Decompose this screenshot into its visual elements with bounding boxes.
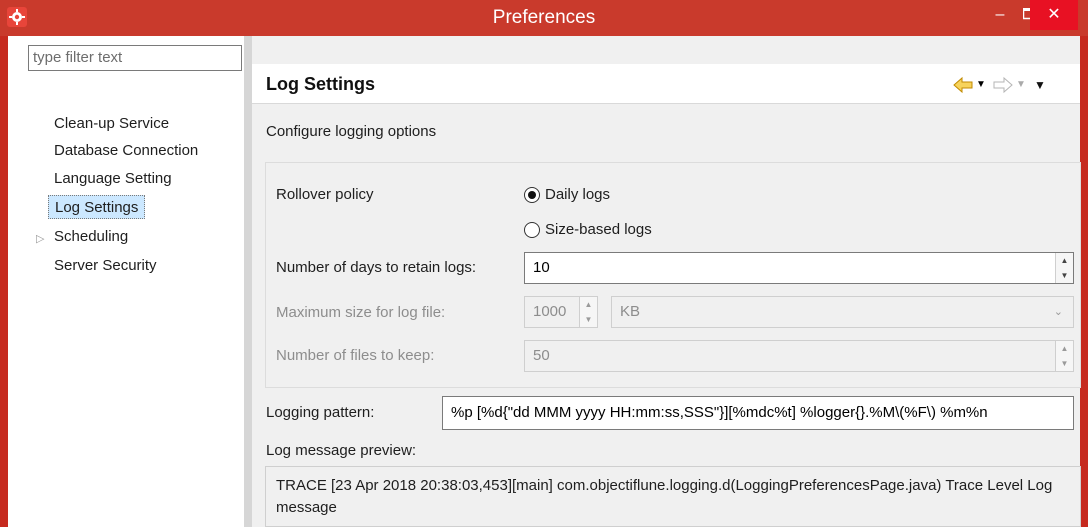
tree-item-clean-up-service[interactable]: Clean-up Service: [54, 112, 169, 136]
page-title: Log Settings: [266, 74, 375, 94]
size-based-logs-label[interactable]: Size-based logs: [545, 221, 652, 238]
files-to-keep-stepper: 50 ▲ ▼: [524, 340, 1074, 372]
page-description: Configure logging options: [266, 123, 437, 140]
logging-pattern-input[interactable]: %p [%d{"dd MMM yyyy HH:mm:ss,SSS"}][%mdc…: [442, 396, 1074, 430]
files-to-keep-value: 50: [533, 347, 550, 364]
tree-item-server-security[interactable]: Server Security: [54, 254, 157, 278]
tree-item-log-settings[interactable]: Log Settings: [48, 195, 146, 219]
back-dropdown-icon[interactable]: ▼: [976, 74, 986, 96]
size-based-logs-radio[interactable]: [524, 222, 540, 238]
max-size-label: Maximum size for log file:: [276, 304, 446, 321]
max-size-spinner: ▲ ▼: [579, 297, 597, 327]
radio-selected-dot: [528, 191, 536, 199]
rollover-policy-label: Rollover policy: [276, 186, 374, 203]
size-unit-select: KB ⌄: [611, 296, 1074, 328]
expand-arrow-icon[interactable]: ▷: [36, 232, 46, 246]
title-bar[interactable]: Preferences – ✕: [0, 0, 1088, 36]
max-size-value: 1000: [533, 303, 567, 320]
files-spinner: ▲ ▼: [1055, 341, 1073, 371]
forward-arrow-icon[interactable]: [992, 74, 1014, 96]
minimize-icon: –: [995, 6, 1005, 23]
days-spinner[interactable]: ▲ ▼: [1055, 253, 1073, 283]
forward-dropdown-icon: ▼: [1016, 79, 1026, 90]
close-icon: ✕: [1047, 6, 1061, 23]
log-preview-label: Log message preview:: [266, 442, 417, 459]
days-to-retain-value: 10: [533, 259, 550, 276]
tree-item-scheduling[interactable]: Scheduling: [54, 225, 128, 249]
size-unit-value: KB: [620, 303, 641, 320]
minimize-button[interactable]: –: [985, 0, 1015, 30]
back-arrow-icon[interactable]: [952, 74, 974, 96]
days-to-retain-stepper[interactable]: 10 ▲ ▼: [524, 252, 1074, 284]
tree-item-database-connection[interactable]: Database Connection: [54, 139, 198, 163]
preferences-window: Preferences – ✕ type filter text Clean-u…: [0, 0, 1088, 527]
logging-pattern-label: Logging pattern:: [266, 404, 375, 421]
view-menu-icon[interactable]: ▼: [1034, 74, 1046, 96]
days-to-retain-label: Number of days to retain logs:: [276, 259, 477, 276]
tree-item-language-setting[interactable]: Language Setting: [54, 167, 172, 191]
preferences-tree: type filter text: [8, 36, 244, 527]
splitter[interactable]: [244, 36, 252, 527]
max-size-stepper: 1000 ▲ ▼: [524, 296, 598, 328]
daily-logs-radio[interactable]: [524, 187, 540, 203]
filter-input[interactable]: type filter text: [28, 45, 242, 71]
files-to-keep-label: Number of files to keep:: [276, 347, 435, 364]
daily-logs-label[interactable]: Daily logs: [545, 186, 610, 203]
close-button[interactable]: ✕: [1030, 0, 1078, 30]
window-title: Preferences: [492, 7, 596, 28]
log-preview-text: TRACE [23 Apr 2018 20:38:03,453][main] c…: [265, 466, 1081, 527]
chevron-down-icon: ⌄: [1053, 306, 1063, 318]
